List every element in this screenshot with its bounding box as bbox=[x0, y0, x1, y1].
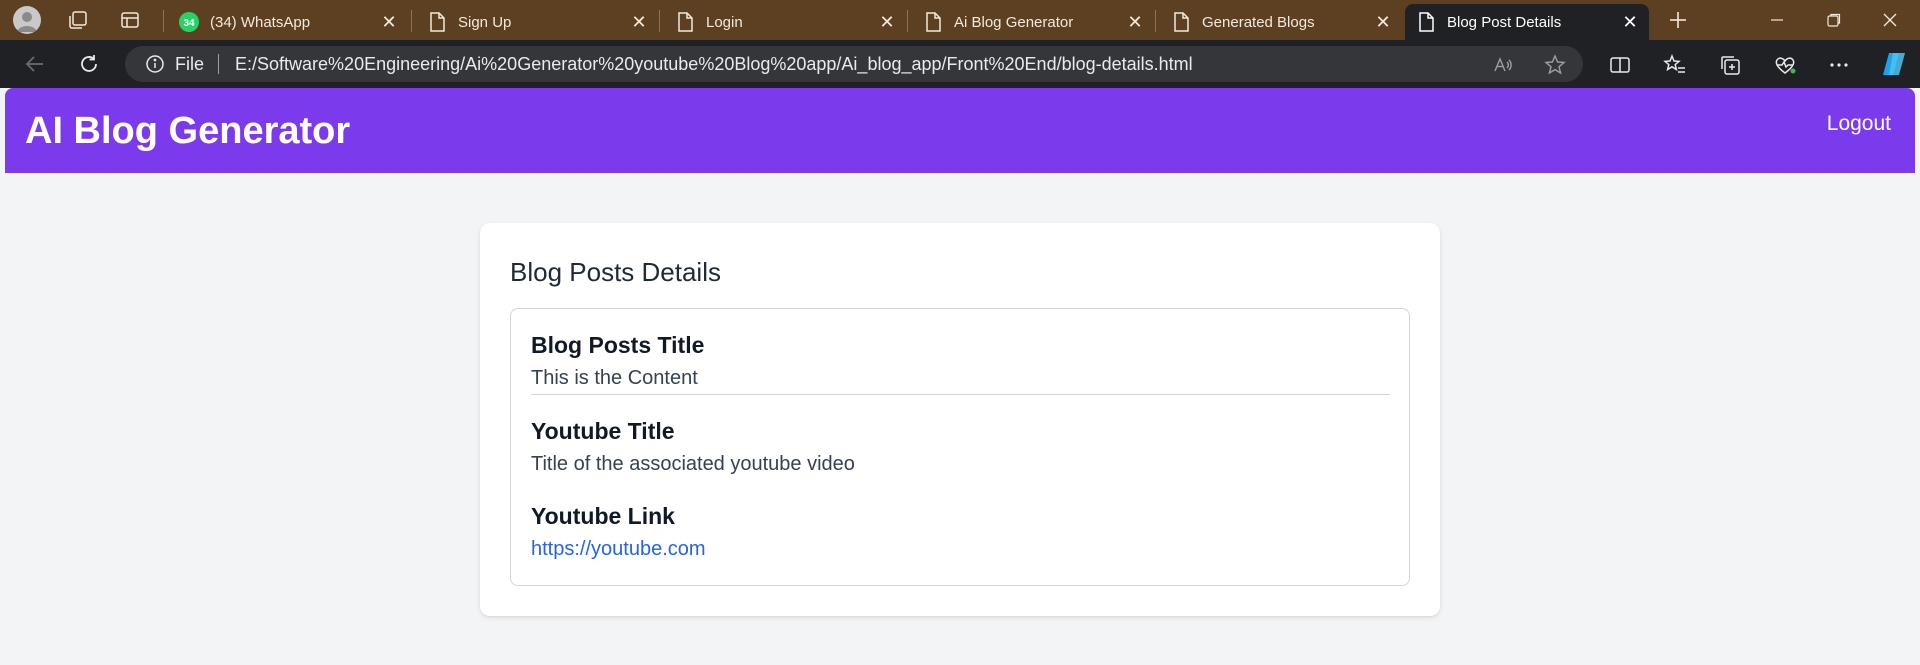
scheme-label: File bbox=[175, 53, 205, 74]
page-icon bbox=[1415, 11, 1437, 33]
browser-toolbar: File E:/Software%20Engineering/Ai%20Gene… bbox=[0, 40, 1920, 88]
tab-actions-icon[interactable] bbox=[116, 6, 144, 34]
more-icon[interactable] bbox=[1826, 52, 1852, 78]
tab-ai-blog-generator[interactable]: Ai Blog Generator ✕ bbox=[912, 4, 1154, 40]
copilot-icon[interactable] bbox=[1880, 49, 1910, 79]
page-icon bbox=[674, 11, 696, 33]
new-tab-icon[interactable] bbox=[1664, 6, 1692, 34]
favorites-icon[interactable] bbox=[1662, 52, 1688, 78]
tab-separator bbox=[659, 10, 660, 32]
blog-details-panel: Blog Posts Title This is the Content You… bbox=[510, 308, 1410, 586]
youtube-title-heading: Youtube Title bbox=[531, 418, 675, 444]
collections-icon[interactable] bbox=[1717, 52, 1743, 78]
tab-label: Blog Post Details bbox=[1447, 13, 1562, 31]
close-icon[interactable]: ✕ bbox=[378, 11, 400, 33]
close-icon[interactable]: ✕ bbox=[1372, 11, 1394, 33]
whatsapp-icon: 34 bbox=[178, 11, 200, 33]
url-text[interactable]: E:/Software%20Engineering/Ai%20Generator… bbox=[235, 54, 1193, 75]
section-divider bbox=[531, 394, 1390, 395]
tab-separator bbox=[1155, 10, 1156, 32]
tab-label: (34) WhatsApp bbox=[210, 13, 311, 31]
read-aloud-icon[interactable] bbox=[1492, 54, 1514, 76]
logout-link[interactable]: Logout bbox=[1827, 112, 1891, 136]
card-heading: Blog Posts Details bbox=[510, 257, 721, 287]
tab-blog-post-details[interactable]: Blog Post Details ✕ bbox=[1405, 4, 1649, 40]
refresh-icon[interactable] bbox=[72, 48, 106, 80]
youtube-link-heading: Youtube Link bbox=[531, 503, 675, 529]
tab-label: Ai Blog Generator bbox=[954, 13, 1074, 31]
blog-details-card: Blog Posts Details Blog Posts Title This… bbox=[480, 223, 1440, 616]
workspaces-icon[interactable] bbox=[64, 6, 92, 34]
close-icon[interactable]: ✕ bbox=[876, 11, 898, 33]
close-icon[interactable]: ✕ bbox=[1124, 11, 1146, 33]
page-viewport: AI Blog Generator Logout Blog Posts Deta… bbox=[5, 88, 1915, 665]
youtube-link[interactable]: https://youtube.com bbox=[531, 538, 706, 561]
page-icon bbox=[922, 11, 944, 33]
blog-post-title-heading: Blog Posts Title bbox=[531, 332, 705, 358]
health-icon[interactable] bbox=[1772, 52, 1798, 78]
back-icon[interactable] bbox=[18, 48, 52, 80]
address-bar[interactable]: File E:/Software%20Engineering/Ai%20Gene… bbox=[125, 46, 1583, 82]
window-close-icon[interactable] bbox=[1862, 0, 1917, 40]
tab-login[interactable]: Login ✕ bbox=[664, 4, 906, 40]
close-icon[interactable]: ✕ bbox=[628, 11, 650, 33]
close-icon[interactable]: ✕ bbox=[1619, 11, 1641, 33]
page-icon bbox=[426, 11, 448, 33]
browser-tab-bar: 34 (34) WhatsApp ✕ Sign Up ✕ Login ✕ Ai … bbox=[0, 0, 1920, 40]
minimize-icon[interactable] bbox=[1749, 0, 1804, 40]
youtube-title-text: Title of the associated youtube video bbox=[531, 453, 855, 475]
favorite-star-icon[interactable] bbox=[1544, 54, 1566, 76]
tab-separator bbox=[411, 10, 412, 32]
page-icon bbox=[1170, 11, 1192, 33]
tab-label: Generated Blogs bbox=[1202, 13, 1315, 31]
site-navbar: AI Blog Generator Logout bbox=[5, 88, 1915, 173]
blog-post-content: This is the Content bbox=[531, 367, 698, 389]
profile-avatar[interactable] bbox=[13, 6, 41, 34]
split-screen-icon[interactable] bbox=[1607, 52, 1633, 78]
site-brand[interactable]: AI Blog Generator bbox=[25, 110, 350, 153]
tab-separator bbox=[907, 10, 908, 32]
tab-label: Sign Up bbox=[458, 13, 512, 31]
whatsapp-badge: 34 bbox=[183, 18, 195, 29]
tab-label: Login bbox=[706, 13, 743, 31]
restore-icon[interactable] bbox=[1806, 0, 1861, 40]
tab-whatsapp[interactable]: 34 (34) WhatsApp ✕ bbox=[168, 4, 408, 40]
tab-generated-blogs[interactable]: Generated Blogs ✕ bbox=[1160, 4, 1402, 40]
address-divider bbox=[218, 54, 220, 74]
tab-sign-up[interactable]: Sign Up ✕ bbox=[416, 4, 658, 40]
info-icon[interactable] bbox=[145, 54, 165, 74]
tab-separator bbox=[163, 10, 164, 32]
